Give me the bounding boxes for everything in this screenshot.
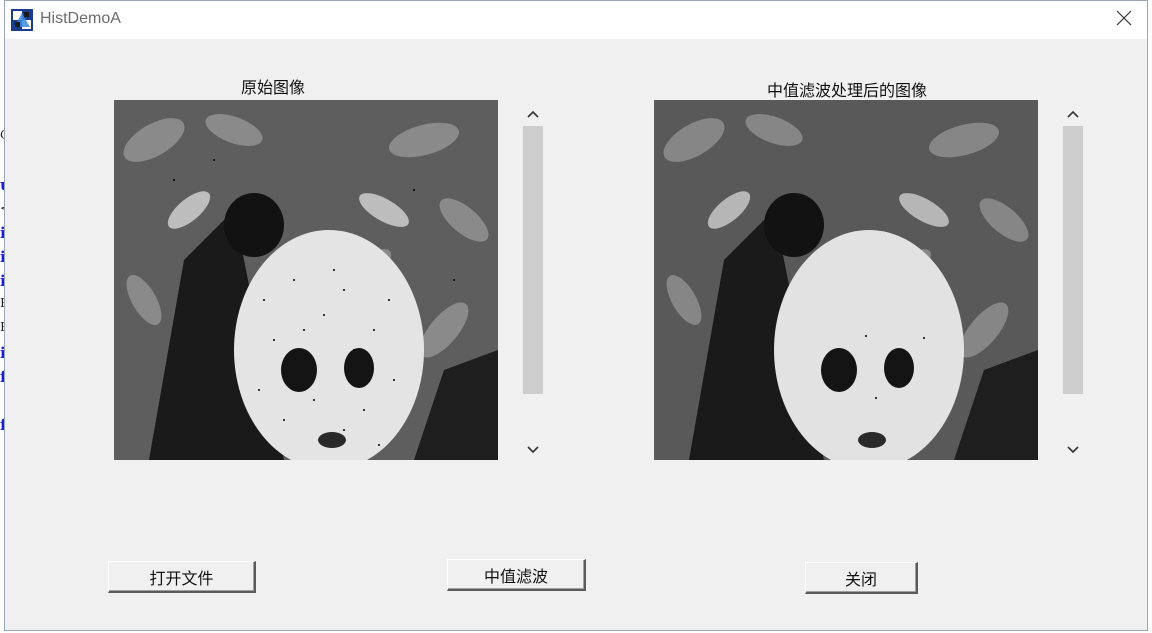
- chevron-up-icon: [527, 103, 539, 122]
- title-bar[interactable]: HistDemoA: [5, 1, 1147, 39]
- original-image-scrollbar[interactable]: [521, 100, 545, 460]
- close-window-button[interactable]: [1101, 1, 1147, 39]
- filtered-image-scrollbar[interactable]: [1061, 100, 1085, 460]
- close-icon: [1116, 10, 1132, 30]
- chevron-up-icon: [1067, 103, 1079, 122]
- filtered-image-caption: 中值滤波处理后的图像: [767, 81, 928, 100]
- scroll-thumb[interactable]: [1063, 126, 1083, 394]
- scroll-down-button[interactable]: [1061, 436, 1085, 460]
- chevron-down-icon: [1067, 439, 1079, 458]
- scroll-down-button[interactable]: [521, 436, 545, 460]
- median-filter-button[interactable]: 中值滤波: [447, 559, 586, 591]
- window-title: HistDemoA: [40, 10, 121, 27]
- original-image-caption: 原始图像: [241, 78, 306, 97]
- app-icon: [11, 9, 33, 31]
- filtered-image: [654, 100, 1038, 460]
- chevron-down-icon: [527, 439, 539, 458]
- scroll-up-button[interactable]: [1061, 100, 1085, 124]
- scroll-up-button[interactable]: [521, 100, 545, 124]
- dialog-window: HistDemoA 原始图像 中值滤波处理后的图像 打开文件 中值滤波 关闭: [4, 0, 1148, 631]
- close-button[interactable]: 关闭: [805, 562, 918, 594]
- scroll-thumb[interactable]: [523, 126, 543, 394]
- open-file-button[interactable]: 打开文件: [108, 561, 256, 593]
- original-image: [114, 100, 498, 460]
